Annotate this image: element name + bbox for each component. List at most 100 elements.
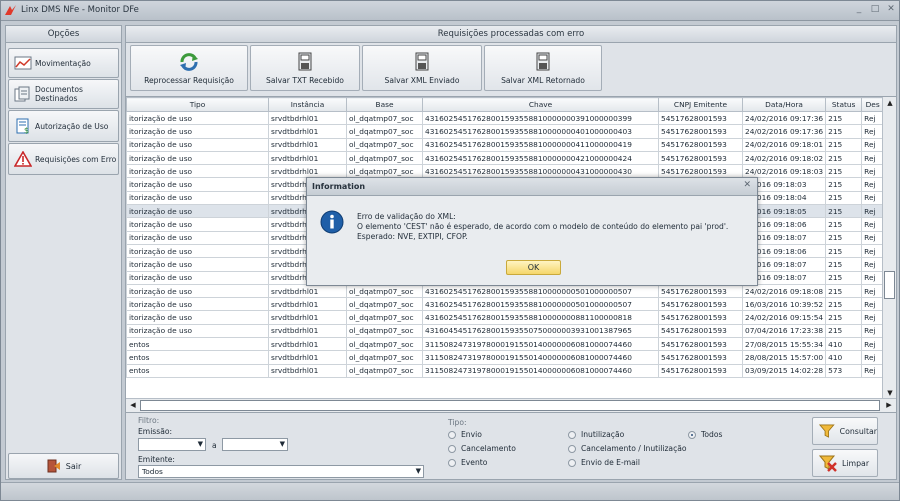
radio-dot <box>568 444 576 453</box>
refresh-icon <box>180 53 198 71</box>
radio-envio-email[interactable]: Envio de E-mail <box>568 458 640 467</box>
table-cell: 215 <box>825 150 863 166</box>
toolbar-label: Salvar XML Enviado <box>384 76 460 85</box>
scroll-left-icon[interactable]: ◀ <box>127 399 139 411</box>
table-row[interactable]: entos srvdtbdrhl01 ol_dqatmp07_soc 31150824… <box>126 350 885 365</box>
table-cell: itorização de uso <box>126 164 269 179</box>
table-row[interactable]: itorização de uso srvdtbdrhl01 ol_dqatmp07… <box>126 150 885 166</box>
table-cell: itorização de uso <box>126 283 269 299</box>
table-cell: 16/03/2016 10:39:52 <box>741 297 827 312</box>
emissao-start-select[interactable]: ▼ <box>138 438 206 451</box>
vertical-scrollbar[interactable]: ▲ ▼ <box>882 97 896 399</box>
column-header[interactable]: Data/Hora <box>741 97 827 112</box>
save-xml-returned-button[interactable]: Salvar XML Retornado <box>484 45 602 91</box>
table-row[interactable]: itorização de uso srvdtbdrhl01 ol_dqatmp07… <box>126 164 885 179</box>
close-window-button[interactable]: ✕ <box>885 4 897 14</box>
column-header[interactable]: Instância <box>268 97 347 112</box>
table-cell: 27/08/2015 15:55:34 <box>741 337 827 352</box>
table-cell: Rej <box>861 257 885 272</box>
table-cell: Rej <box>861 310 885 325</box>
radio-label: Todos <box>701 430 723 439</box>
sidebar-item-documentos-destinados[interactable]: Documentos Destinados <box>8 79 119 109</box>
table-cell: itorização de uso <box>126 230 269 245</box>
table-cell: 28/08/2015 15:57:00 <box>741 350 827 365</box>
table-row[interactable]: itorização de uso srvdtbdrhl01 ol_dqatmp07… <box>126 283 885 299</box>
limpar-button[interactable]: Limpar <box>812 449 878 477</box>
reprocess-request-button[interactable]: Reprocessar Requisição <box>130 45 248 91</box>
sidebar-item-requisicoes-erro[interactable]: Requisições com Erro <box>8 143 119 175</box>
table-cell: 03/09/2015 14:02:28 <box>741 363 827 378</box>
table-cell: srvdtbdrhl01 <box>268 124 347 139</box>
table-cell: 4316045451762800159355075000000393100138… <box>422 323 659 339</box>
table-row[interactable]: itorização de uso srvdtbdrhl01 ol_dqatmp07… <box>126 110 885 126</box>
table-cell: ol_dqatmp07_soc <box>346 337 423 352</box>
table-cell: 215 <box>825 190 863 206</box>
radio-evento[interactable]: Evento <box>448 458 487 467</box>
table-cell: Rej <box>861 323 885 339</box>
ok-button[interactable]: OK <box>506 260 561 275</box>
dialog-close-button[interactable]: ✕ <box>743 180 751 190</box>
table-cell: itorização de uso <box>126 177 269 192</box>
table-cell: 3115082473197800019155014000000608100007… <box>422 363 659 378</box>
table-cell: Rej <box>861 350 885 365</box>
scroll-up-icon[interactable]: ▲ <box>884 97 896 109</box>
table-row[interactable]: itorização de uso srvdtbdrhl01 ol_dqatmp07… <box>126 323 885 339</box>
radio-cancelamento[interactable]: Cancelamento <box>448 444 516 453</box>
vertical-scroll-thumb[interactable] <box>884 271 895 299</box>
table-cell: itorização de uso <box>126 190 269 206</box>
tipo-label: Tipo: <box>448 418 467 427</box>
table-cell: 4316025451762800159355881000000043100000… <box>422 164 659 179</box>
emissao-end-select[interactable]: ▼ <box>222 438 288 451</box>
scroll-right-icon[interactable]: ▶ <box>883 399 895 411</box>
emitente-select[interactable]: Todos ▼ <box>138 465 424 478</box>
table-cell: 54517628001593 <box>658 337 743 352</box>
column-header[interactable]: Tipo <box>126 97 269 112</box>
table-cell: srvdtbdrhl01 <box>268 283 347 299</box>
save-txt-received-button[interactable]: Salvar TXT Recebido <box>250 45 360 91</box>
radio-cancelamento-inutilizacao[interactable]: Cancelamento / Inutilização <box>568 444 687 453</box>
column-header[interactable]: Des <box>861 97 885 112</box>
radio-envio[interactable]: Envio <box>448 430 482 439</box>
table-cell: ol_dqatmp07_soc <box>346 297 423 312</box>
sidebar-item-movimentacao[interactable]: Movimentação <box>8 48 119 78</box>
minimize-button[interactable]: _ <box>853 4 865 14</box>
table-cell: ol_dqatmp07_soc <box>346 150 423 166</box>
dialog-title: Information <box>307 178 757 196</box>
table-cell: 215 <box>825 257 863 272</box>
save-xml-sent-button[interactable]: Salvar XML Enviado <box>362 45 482 91</box>
column-header[interactable]: Chave <box>422 97 659 112</box>
sidebar-item-label: Autorização de Uso <box>35 121 109 131</box>
filter-title: Filtro: <box>138 416 160 425</box>
table-cell: 54517628001593 <box>658 283 743 299</box>
table-cell: Rej <box>861 217 885 232</box>
options-panel: Opções Movimentação Documentos Destinado… <box>5 25 122 480</box>
column-header[interactable]: Status <box>825 97 863 112</box>
table-row[interactable]: itorização de uso srvdtbdrhl01 ol_dqatmp07… <box>126 124 885 139</box>
table-row[interactable]: itorização de uso srvdtbdrhl01 ol_dqatmp07… <box>126 297 885 312</box>
message-line: O elemento 'CEST' não é esperado, de aco… <box>357 222 729 231</box>
consultar-button[interactable]: Consultar <box>812 417 878 445</box>
horizontal-scrollbar[interactable]: ◀ ▶ <box>126 398 896 412</box>
maximize-button[interactable]: □ <box>869 4 881 14</box>
column-header[interactable]: CNPJ Emitente <box>658 97 743 112</box>
table-row[interactable]: itorização de uso srvdtbdrhl01 ol_dqatmp07… <box>126 137 885 152</box>
status-bar <box>1 482 899 500</box>
column-header[interactable]: Base <box>346 97 423 112</box>
table-row[interactable]: itorização de uso srvdtbdrhl01 ol_dqatmp07… <box>126 310 885 325</box>
table-cell: ol_dqatmp07_soc <box>346 137 423 152</box>
radio-todos[interactable]: Todos <box>688 430 722 439</box>
exit-button[interactable]: Sair <box>8 453 119 479</box>
table-row[interactable]: entos srvdtbdrhl01 ol_dqatmp07_soc 31150824… <box>126 363 885 378</box>
radio-label: Inutilização <box>581 430 625 439</box>
sidebar-item-autorizacao-uso[interactable]: $ Autorização de Uso <box>8 110 119 142</box>
table-cell: 4316025451762800159355881000000040100000… <box>422 124 659 139</box>
table-cell: 215 <box>825 124 863 139</box>
table-cell: entos <box>126 363 269 378</box>
table-row[interactable]: entos srvdtbdrhl01 ol_dqatmp07_soc 31150824… <box>126 337 885 352</box>
table-cell: 54517628001593 <box>658 363 743 378</box>
radio-dot <box>448 430 456 439</box>
radio-inutilizacao[interactable]: Inutilização <box>568 430 624 439</box>
table-cell: itorização de uso <box>126 323 269 339</box>
horizontal-scroll-thumb[interactable] <box>140 400 880 411</box>
table-cell: srvdtbdrhl01 <box>268 310 347 325</box>
